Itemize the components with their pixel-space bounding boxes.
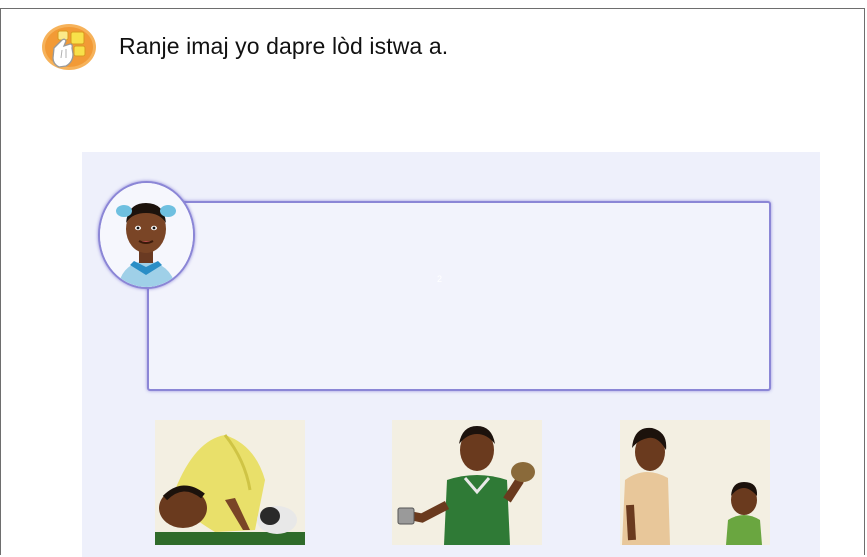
story-card-woman-and-boy[interactable] xyxy=(620,420,770,545)
story-order-drop-zone[interactable] xyxy=(147,201,771,391)
story-card-boy-holding-cup[interactable] xyxy=(392,420,542,545)
instruction-text: Ranje imaj yo dapre lòd istwa a. xyxy=(119,33,449,59)
girl-avatar xyxy=(98,181,195,289)
touch-sort-icon xyxy=(40,22,98,72)
drop-zone-marker: 2 xyxy=(437,274,443,284)
story-card-girl-bending[interactable] xyxy=(155,420,305,545)
